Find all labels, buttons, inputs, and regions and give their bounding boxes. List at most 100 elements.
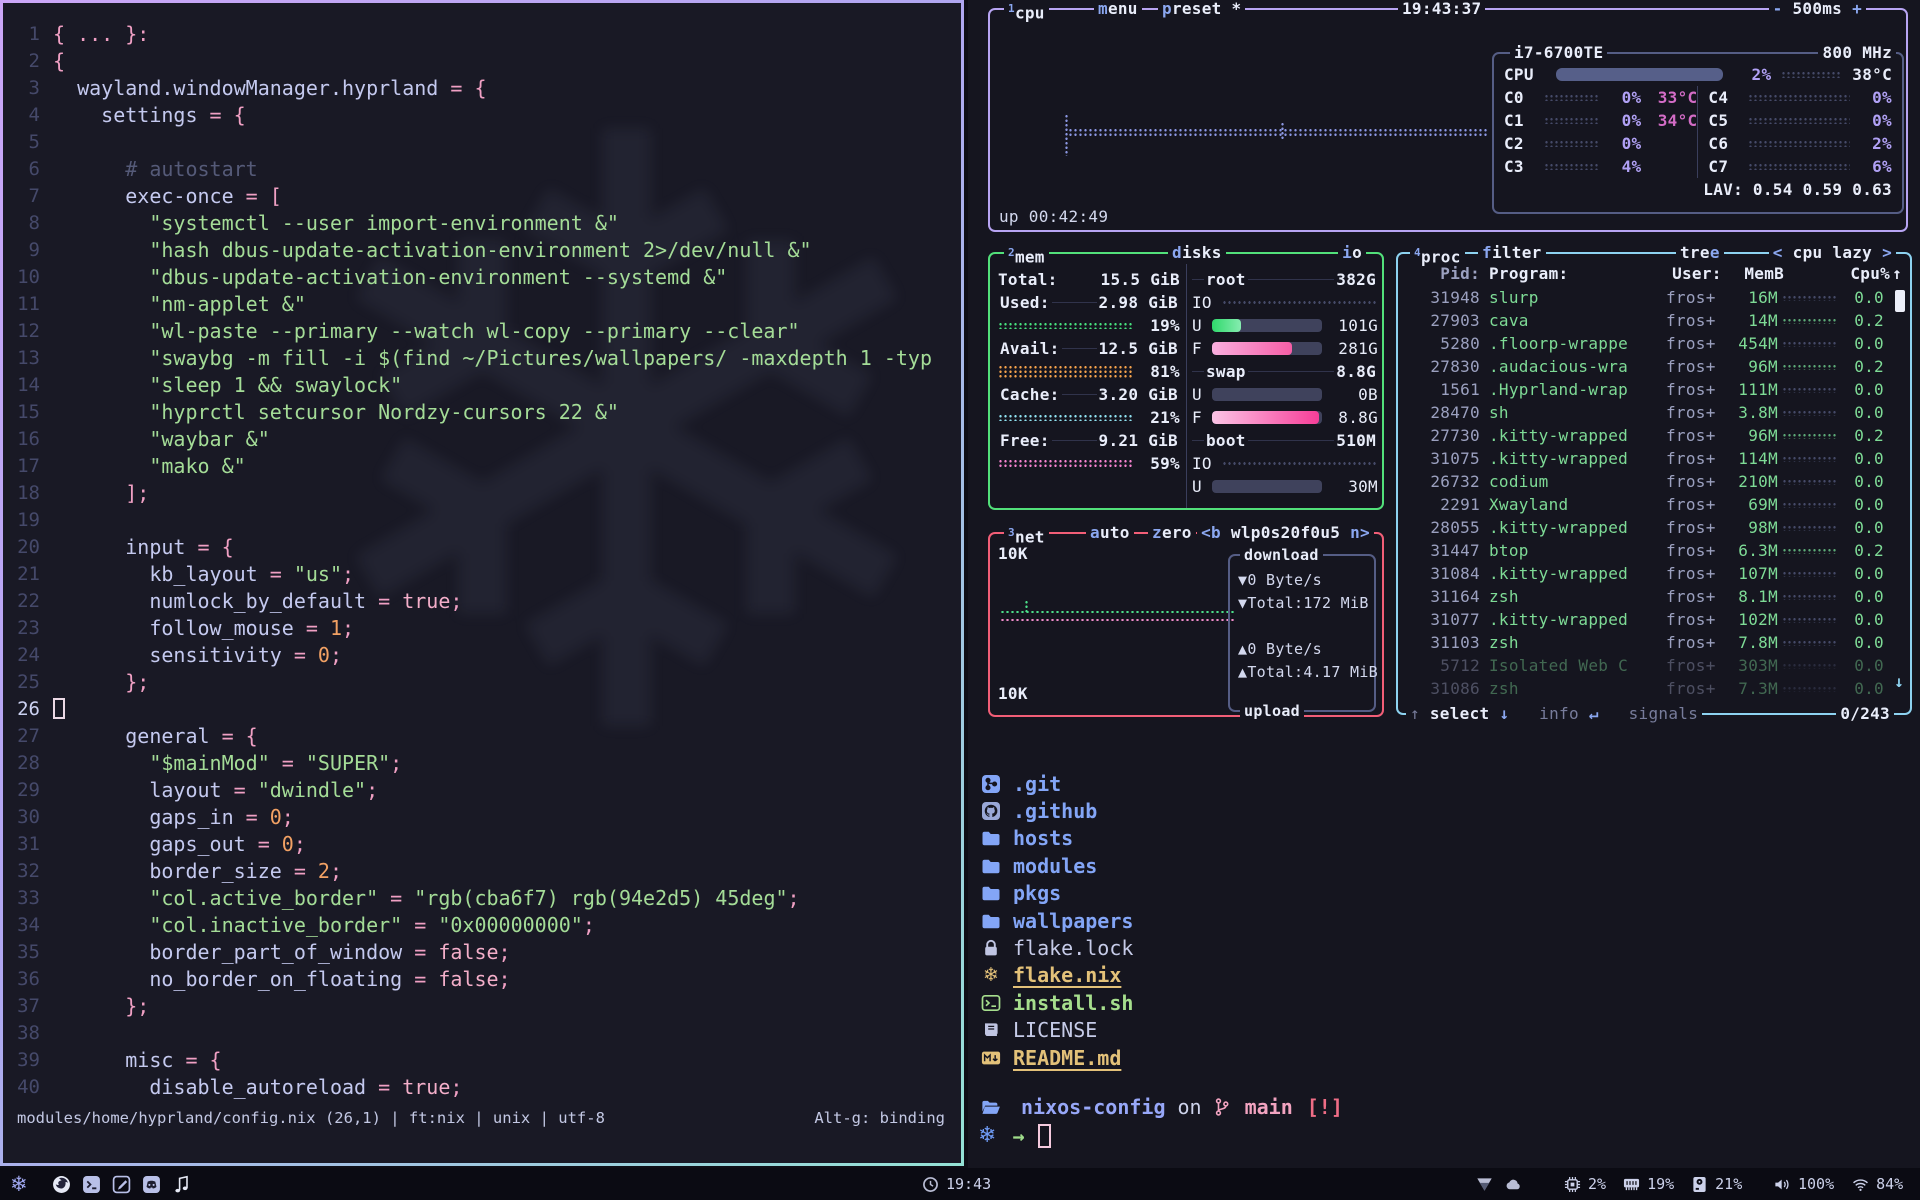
file-item[interactable]: ❄flake.nix (978, 962, 1133, 989)
stat-module[interactable]: 21% (1691, 1175, 1742, 1193)
sort-selector[interactable]: < cpu lazy > (1769, 242, 1896, 264)
process-row[interactable]: 2291Xwaylandfros+69M0.0 (1408, 493, 1902, 516)
code-area[interactable]: 1{ ... }:2{3 wayland.windowManager.hyprl… (3, 21, 961, 1101)
info-button[interactable]: info (1539, 704, 1579, 723)
process-row[interactable]: 5712Isolated Web Cfros+303M0.0 (1408, 654, 1902, 677)
file-item[interactable]: modules (978, 852, 1133, 879)
process-row[interactable]: 31086zshfros+7.3M0.0 (1408, 677, 1902, 700)
nix-logo-icon[interactable]: ❄ (10, 1168, 28, 1200)
process-row[interactable]: 28055.kitty-wrappedfros+98M0.0 (1408, 516, 1902, 539)
code-line[interactable]: 13 "swaybg -m fill -i $(find ~/Pictures/… (3, 345, 961, 372)
code-line[interactable]: 40 disable_autoreload = true; (3, 1074, 961, 1101)
code-line[interactable]: 33 "col.active_border" = "rgb(cba6f7) rg… (3, 885, 961, 912)
code-line[interactable]: 16 "waybar &" (3, 426, 961, 453)
code-line[interactable]: 25 }; (3, 669, 961, 696)
code-line[interactable]: 18 ]; (3, 480, 961, 507)
code-line[interactable]: 36 no_border_on_floating = false; (3, 966, 961, 993)
code-line[interactable]: 29 layout = "dwindle"; (3, 777, 961, 804)
code-line[interactable]: 7 exec-once = [ (3, 183, 961, 210)
net-zero-button[interactable]: zero (1148, 522, 1196, 544)
code-line[interactable]: 12 "wl-paste --primary --watch wl-copy -… (3, 318, 961, 345)
preset-button[interactable]: preset * (1158, 0, 1245, 20)
stat-module[interactable]: 2% (1564, 1175, 1606, 1193)
code-line[interactable]: 11 "nm-applet &" (3, 291, 961, 318)
code-line[interactable]: 37 }; (3, 993, 961, 1020)
code-line[interactable]: 8 "systemctl --user import-environment &… (3, 210, 961, 237)
file-item[interactable]: LICENSE (978, 1017, 1133, 1044)
code-line[interactable]: 24 sensitivity = 0; (3, 642, 961, 669)
net-auto-button[interactable]: auto (1086, 522, 1134, 544)
process-row[interactable]: 27903cavafros+14M0.2 (1408, 309, 1902, 332)
code-line[interactable]: 31 gaps_out = 0; (3, 831, 961, 858)
file-item[interactable]: flake.lock (978, 934, 1133, 961)
process-row[interactable]: 31075.kitty-wrappedfros+114M0.0 (1408, 447, 1902, 470)
signals-button[interactable]: signals (1629, 704, 1699, 723)
cloud-tray-icon[interactable] (1505, 1176, 1522, 1193)
code-line[interactable]: 19 (3, 507, 961, 534)
clock-module[interactable]: 19:43 (922, 1168, 991, 1200)
code-line[interactable]: 30 gaps_in = 0; (3, 804, 961, 831)
code-line[interactable]: 17 "mako &" (3, 453, 961, 480)
io-tab[interactable]: io (1338, 242, 1366, 264)
code-line[interactable]: 1{ ... }: (3, 21, 961, 48)
code-line[interactable]: 5 (3, 129, 961, 156)
term-app-icon[interactable] (82, 1175, 101, 1194)
cpu-box-title[interactable]: 1cpu (1004, 0, 1049, 20)
process-row[interactable]: 27730.kitty-wrappedfros+96M0.2 (1408, 424, 1902, 447)
process-row[interactable]: 31948slurpfros+16M0.0 (1408, 286, 1902, 309)
code-line[interactable]: 22 numlock_by_default = true; (3, 588, 961, 615)
menu-button[interactable]: menu (1094, 0, 1142, 20)
firefox-app-icon[interactable] (52, 1175, 71, 1194)
discord-app-icon[interactable] (142, 1175, 161, 1194)
file-item[interactable]: .git (978, 770, 1133, 797)
code-line[interactable]: 3 wayland.windowManager.hyprland = { (3, 75, 961, 102)
tree-button[interactable]: tree (1676, 242, 1724, 264)
select-button[interactable]: select (1430, 704, 1490, 723)
net-interface-selector[interactable]: <b wlp0s20f0u5 n> (1197, 522, 1374, 544)
prompt-line-2[interactable]: ❄ → (978, 1121, 1343, 1150)
code-line[interactable]: 32 border_size = 2; (3, 858, 961, 885)
code-line[interactable]: 35 border_part_of_window = false; (3, 939, 961, 966)
sound-module[interactable]: 84% (1852, 1175, 1903, 1193)
code-line[interactable]: 39 misc = { (3, 1047, 961, 1074)
proc-table-header[interactable]: Pid: Program: User: MemB Cpu% ↑ (1408, 262, 1902, 285)
mem-box-title[interactable]: 2mem (1004, 242, 1049, 264)
code-line[interactable]: 28 "$mainMod" = "SUPER"; (3, 750, 961, 777)
tri-tray-icon[interactable] (1476, 1176, 1493, 1193)
net-box-title[interactable]: 3net (1004, 522, 1049, 544)
process-row[interactable]: 27830.audacious-wrafros+96M0.2 (1408, 355, 1902, 378)
process-row[interactable]: 1561.Hyprland-wrapfros+111M0.0 (1408, 378, 1902, 401)
terminal-cursor[interactable] (1038, 1124, 1051, 1148)
code-line[interactable]: 21 kb_layout = "us"; (3, 561, 961, 588)
file-item[interactable]: pkgs (978, 880, 1133, 907)
interval-control[interactable]: - 500ms + (1769, 0, 1866, 20)
terminal-pane[interactable]: ❄ 1cpu menu preset * 19:43:37 - 500ms + … (968, 0, 1920, 1168)
code-line[interactable]: 9 "hash dbus-update-activation-environme… (3, 237, 961, 264)
file-item[interactable]: hosts (978, 825, 1133, 852)
process-row[interactable]: 31084.kitty-wrappedfros+107M0.0 (1408, 562, 1902, 585)
scroll-down-icon[interactable]: ↓ (1894, 672, 1904, 691)
filter-button[interactable]: filter (1478, 242, 1546, 264)
file-item[interactable]: README.md (978, 1044, 1133, 1071)
process-row[interactable]: 5280.floorp-wrappefros+454M0.0 (1408, 332, 1902, 355)
note-app-icon[interactable] (112, 1175, 131, 1194)
code-line[interactable]: 6 # autostart (3, 156, 961, 183)
proc-scrollbar[interactable] (1895, 290, 1905, 312)
proc-box-title[interactable]: 4proc (1410, 242, 1465, 264)
process-row[interactable]: 31447btopfros+6.3M0.2 (1408, 539, 1902, 562)
stat-module[interactable]: 19% (1623, 1175, 1674, 1193)
disks-tab[interactable]: disks (1168, 242, 1226, 264)
file-item[interactable]: wallpapers (978, 907, 1133, 934)
file-item[interactable]: .github (978, 797, 1133, 824)
sound-module[interactable]: 100% (1774, 1175, 1834, 1193)
code-line[interactable]: 10 "dbus-update-activation-environment -… (3, 264, 961, 291)
code-line[interactable]: 23 follow_mouse = 1; (3, 615, 961, 642)
file-item[interactable]: install.sh (978, 989, 1133, 1016)
process-row[interactable]: 31164zshfros+8.1M0.0 (1408, 585, 1902, 608)
code-line[interactable]: 27 general = { (3, 723, 961, 750)
code-line[interactable]: 34 "col.inactive_border" = "0x00000000"; (3, 912, 961, 939)
code-line[interactable]: 4 settings = { (3, 102, 961, 129)
shell-prompt[interactable]: nixos-config on main [!] ❄ → (978, 1092, 1343, 1150)
editor[interactable]: ❄ 1{ ... }:2{3 wayland.windowManager.hyp… (3, 3, 961, 1163)
code-line[interactable]: 26 (3, 696, 961, 723)
